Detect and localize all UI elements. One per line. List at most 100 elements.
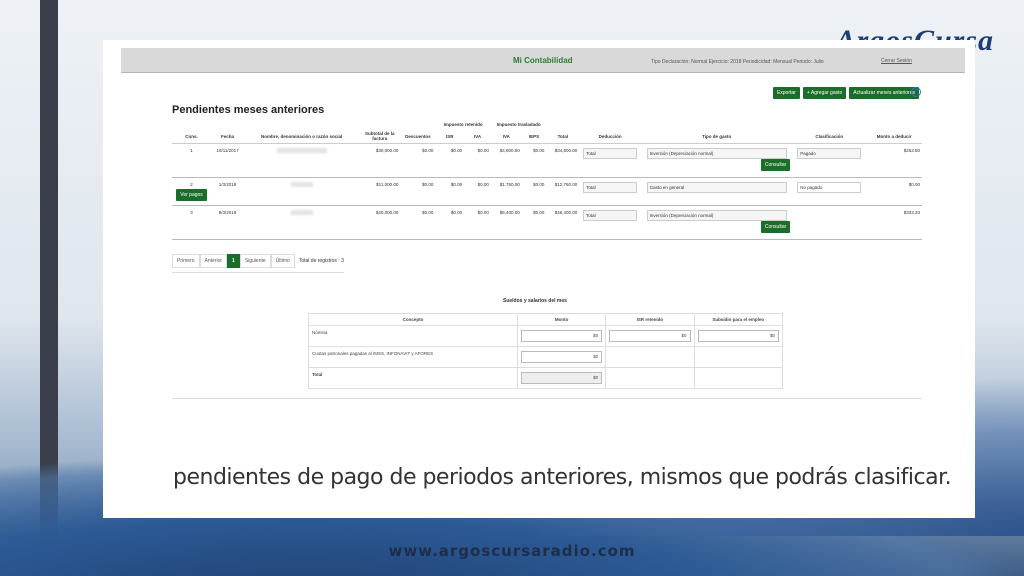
page-first[interactable]: Primero [172, 254, 200, 268]
discount-cell: $0.00 [400, 143, 436, 178]
col-header: Subsidio para el empleo [693, 313, 784, 326]
isr-cell: $0 [605, 325, 695, 347]
concept-cell: Cuotas patronales pagadas al IMSS, INFON… [307, 346, 519, 368]
page-prev[interactable]: Anterior [199, 254, 228, 268]
update-previous-months-button[interactable]: Actualizar meses anteriores [849, 87, 919, 99]
col-header: Fecha [211, 129, 244, 144]
col-header: Nombre, denominación o razón social [244, 129, 360, 144]
logout-link[interactable]: Cerrar Sesión [881, 58, 912, 64]
discount-cell: $0.00 [400, 177, 436, 206]
expense-type-cell: Gasto en general [641, 177, 793, 206]
withheld-tax-group: Impuesto retenido [443, 122, 483, 127]
page-current[interactable]: 1 [227, 254, 240, 268]
salary-row: Total $0 [307, 367, 784, 389]
page-next[interactable]: Siguiente [239, 254, 271, 268]
col-header: Total [546, 129, 580, 144]
ieps-cell: $0.00 [521, 177, 547, 206]
table-row: 2 Ver pagos 1/3/2018 $11,000.00 $0.00 $0… [172, 177, 922, 206]
col-header: Clasificación [792, 129, 867, 144]
expense-type-select[interactable]: Inversión (Depreciación normal) [646, 148, 787, 159]
section-title: Pendientes meses anteriores [172, 104, 325, 116]
amount-cell: $0 [517, 346, 607, 368]
export-button[interactable]: Exportar [772, 87, 800, 99]
col-header: Tipo de gasto [641, 129, 793, 144]
classification-select[interactable]: Pagado [797, 148, 862, 159]
col-header: IEPS [521, 129, 547, 144]
ieps-cell: $0.00 [521, 205, 547, 240]
date-cell: 9/3/2018 [211, 205, 244, 240]
table-row: 3 9/3/2018 $40,000.00 $0.00 $0.00 $0.00 … [172, 205, 922, 240]
name-cell [244, 177, 360, 206]
isr-withheld-input[interactable]: $0 [609, 330, 691, 342]
column-header-row: Cons. Fecha Nombre, denominación o razón… [172, 129, 922, 144]
group-header-row: Impuesto retenido Impuesto trasladado [172, 120, 922, 129]
declaration-info: Tipo Declaración: Normal Ejercicio: 2018… [651, 59, 824, 65]
deduct-amount-cell: $333.33 [866, 205, 922, 240]
col-header: Subtotal de la factura [359, 129, 401, 144]
classification-cell: No pagado [792, 177, 867, 206]
help-icon[interactable]: ? [911, 87, 921, 97]
amount-cell: $0 [517, 367, 607, 389]
expense-type-select[interactable]: Gasto en general [646, 182, 787, 193]
subsidy-cell: $0 [693, 325, 784, 347]
ieps-cell: $0.00 [521, 143, 547, 178]
screenshot-slide: Mi Contabilidad Tipo Declaración: Normal… [103, 40, 975, 518]
expense-type-cell: Inversión (Depreciación normal) Consulta… [641, 143, 793, 178]
isr-cell: $0.00 [435, 205, 465, 240]
col-header: IVA [464, 129, 491, 144]
consult-button[interactable]: Consultar [760, 159, 791, 171]
cons-cell: 2 Ver pagos [172, 177, 212, 206]
deduct-amount-cell: $0.00 [866, 177, 922, 206]
redacted-name [290, 210, 313, 215]
classification-cell: Pagado [792, 143, 867, 178]
date-cell: 19/11/2017 [211, 143, 244, 178]
salary-header-row: Concepto Monto ISR retenido Subsidio par… [307, 313, 784, 326]
deduction-select[interactable]: Total [583, 210, 638, 221]
col-header: IVA [490, 129, 522, 144]
deduction-cell: Total [579, 143, 642, 178]
total-cell: $46,400.00 [546, 205, 580, 240]
video-caption: pendientes de pago de periodos anteriore… [173, 465, 952, 490]
deduction-cell: Total [579, 177, 642, 206]
pending-expenses-table: Impuesto retenido Impuesto trasladado Co… [172, 120, 922, 240]
total-cell: $12,760.00 [546, 177, 580, 206]
classification-select[interactable]: No pagado [797, 182, 862, 193]
page-last[interactable]: Último [270, 254, 295, 268]
salary-row: Cuotas patronales pagadas al IMSS, INFON… [307, 346, 784, 368]
pagination: Primero Anterior 1 Siguiente Último Tota… [172, 254, 344, 273]
isr-cell: $0.00 [435, 143, 465, 178]
salary-table: Concepto Monto ISR retenido Subsidio par… [307, 313, 784, 389]
deduction-cell: Total [579, 205, 642, 240]
discount-cell: $0.00 [400, 205, 436, 240]
add-expense-button[interactable]: + Agregar gasto [802, 87, 847, 99]
subtotal-cell: $11,000.00 [359, 177, 401, 206]
col-header: ISR [435, 129, 465, 144]
col-header: Descuentos [400, 129, 436, 144]
classification-cell [792, 205, 867, 240]
subtotal-cell: $40,000.00 [359, 205, 401, 240]
amount-input[interactable]: $0 [521, 351, 603, 363]
record-count: Total de registros : 3 [298, 258, 344, 264]
cons-cell: 1 [172, 143, 212, 178]
expense-type-cell: Inversión (Depreciación normal) Consulta… [641, 205, 793, 240]
amount-input[interactable]: $0 [521, 330, 603, 342]
redacted-name [290, 182, 313, 187]
deduction-select[interactable]: Total [583, 182, 638, 193]
consult-button[interactable]: Consultar [760, 221, 791, 233]
subsidy-input[interactable]: $0 [697, 330, 779, 342]
table-row: 1 19/11/2017 $30,000.00 $0.00 $0.00 $0.0… [172, 143, 922, 178]
iva-transferred-cell: $4,800.00 [490, 143, 522, 178]
concept-cell: Total [307, 367, 519, 389]
cons-cell: 3 [172, 205, 212, 240]
redacted-name [276, 148, 327, 153]
iva-withheld-cell: $0.00 [464, 177, 491, 206]
iva-withheld-cell: $0.00 [464, 143, 491, 178]
view-payments-button[interactable]: Ver pagos [176, 189, 207, 201]
col-header: Concepto [307, 313, 519, 326]
app-title: Mi Contabilidad [513, 56, 573, 65]
col-header: ISR retenido [605, 313, 695, 326]
expense-type-select[interactable]: Inversión (Depreciación normal) [646, 210, 787, 221]
total-cell: $34,800.00 [546, 143, 580, 178]
app-header-bar: Mi Contabilidad Tipo Declaración: Normal… [121, 48, 965, 73]
deduction-select[interactable]: Total [583, 148, 638, 159]
